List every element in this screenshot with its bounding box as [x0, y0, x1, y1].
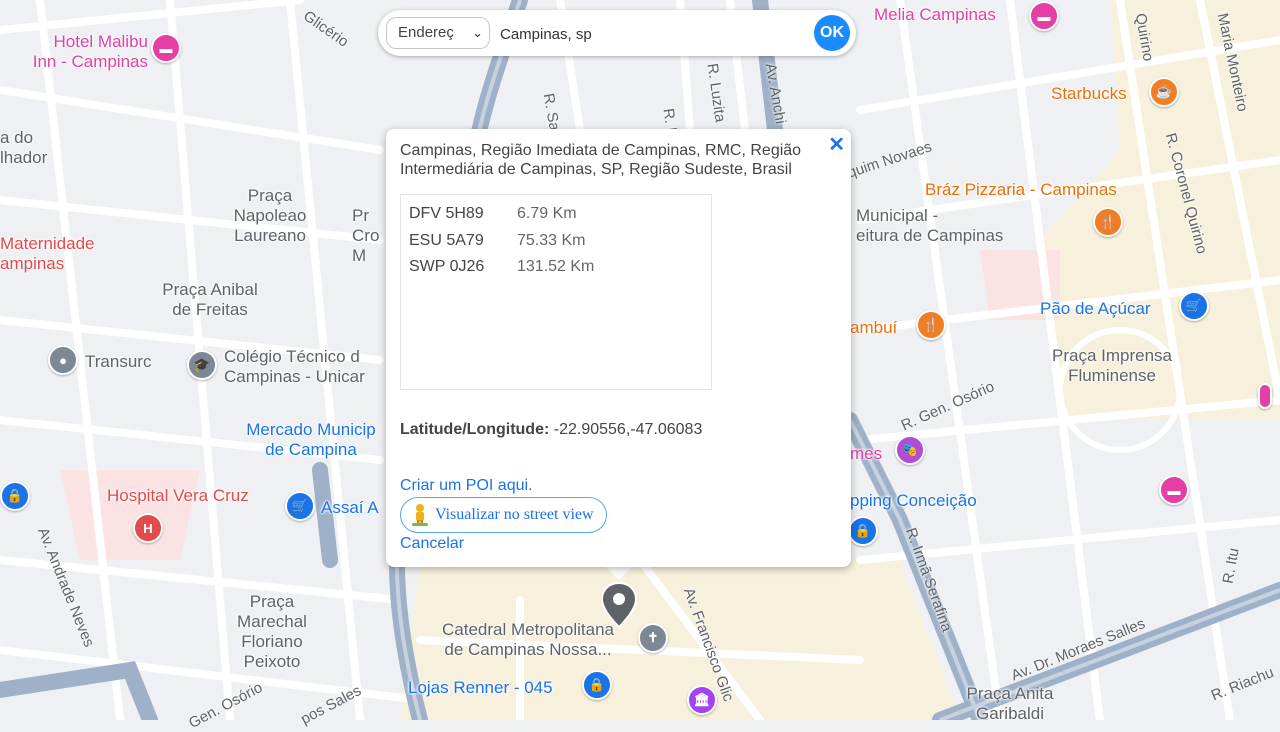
hospital-icon[interactable]: H	[133, 513, 163, 543]
place-assai[interactable]: Assaí A	[321, 498, 379, 518]
ok-button[interactable]: OK	[814, 15, 850, 51]
place-lojas-renner[interactable]: Lojas Renner - 045	[408, 678, 553, 698]
cafe-icon[interactable]: ☕	[1149, 77, 1179, 107]
place-hospital-vera-cruz[interactable]: Hospital Vera Cruz	[107, 486, 249, 506]
airport-distance: 75.33 Km	[517, 231, 586, 249]
lat-lon-value: -22.90556,-47.06083	[553, 421, 703, 438]
place-hotel-malibu[interactable]: Hotel Malibu Inn - Campinas	[8, 32, 148, 72]
place-shopping-conceicao[interactable]: pping Conceição	[850, 491, 977, 511]
street-view-button[interactable]: Visualizar no street view	[400, 497, 607, 533]
close-icon[interactable]: ✕	[828, 135, 845, 155]
school-icon[interactable]: 🎓	[187, 350, 217, 380]
place-starbucks[interactable]: Starbucks	[1051, 84, 1127, 104]
hotel-icon[interactable]: ▬	[1159, 475, 1189, 505]
place-transurc[interactable]: Transurc	[85, 352, 151, 372]
museum-icon[interactable]: 🏛	[687, 685, 717, 715]
airport-code: SWP 0J26	[409, 258, 485, 275]
cancel-link[interactable]: Cancelar	[400, 535, 837, 553]
place-maternidade[interactable]: Maternidade ampinas	[0, 234, 95, 274]
street-view-label: Visualizar no street view	[435, 506, 594, 523]
location-pin-icon[interactable]	[600, 581, 638, 629]
nearby-airports-list: DFV 5H89 6.79 Km ESU 5A79 75.33 Km SWP 0…	[400, 194, 712, 390]
place-braz-pizzaria[interactable]: Bráz Pizzaria - Campinas	[925, 180, 1117, 200]
shopping-bag-icon[interactable]: 🔒	[0, 481, 30, 511]
list-item: SWP 0J26 131.52 Km	[409, 254, 703, 281]
place-fragment-left[interactable]: a do lhador	[0, 128, 47, 168]
list-item: DFV 5H89 6.79 Km	[409, 201, 703, 228]
place-colegio-tecnico[interactable]: Colégio Técnico d Campinas - Unicar	[224, 347, 365, 387]
theater-icon[interactable]: 🎭	[895, 435, 925, 465]
place-prefeitura[interactable]: Municipal - eitura de Campinas	[856, 206, 1003, 246]
place-pao-de-acucar[interactable]: Pão de Açúcar	[1040, 299, 1151, 319]
address-text: Campinas, Região Imediata de Campinas, R…	[400, 142, 802, 178]
pegman-icon	[412, 504, 428, 526]
airport-distance: 131.52 Km	[517, 258, 595, 275]
search-input[interactable]	[498, 19, 802, 49]
place-praca-imprensa[interactable]: Praça Imprensa Fluminense	[1032, 346, 1192, 386]
lat-lon-label: Latitude/Longitude:	[400, 421, 550, 438]
place-fragment-pr[interactable]: Pr Cro M	[352, 206, 379, 266]
shopping-cart-icon[interactable]: 🛒	[285, 491, 315, 521]
shopping-cart-icon[interactable]: 🛒	[1179, 291, 1209, 321]
airport-code: ESU 5A79	[409, 231, 484, 249]
list-item: ESU 5A79 75.33 Km	[409, 228, 703, 255]
lat-lon-readout: Latitude/Longitude: -22.90556,-47.06083	[400, 421, 837, 439]
restaurant-icon[interactable]: 🍴	[916, 310, 946, 340]
place-praca-anibal[interactable]: Praça Anibal de Freitas	[140, 280, 280, 320]
place-praca-napoleao[interactable]: Praça Napoleao Laureano	[218, 186, 322, 246]
hotel-icon[interactable]: ▬	[151, 33, 181, 63]
place-praca-anita[interactable]: Praça Anita Garibaldi	[950, 684, 1070, 724]
hotel-icon-edge[interactable]	[1258, 383, 1272, 409]
airport-distance: 6.79 Km	[517, 205, 577, 222]
church-icon[interactable]: ✝	[638, 623, 668, 653]
hotel-icon[interactable]: ▬	[1029, 1, 1059, 31]
chevron-down-icon: ⌄	[472, 25, 483, 40]
place-praca-marechal[interactable]: Praça Marechal Floriano Peixoto	[222, 592, 322, 672]
place-melia[interactable]: Melia Campinas	[874, 5, 996, 25]
shopping-bag-icon[interactable]: 🔒	[848, 516, 878, 546]
search-type-label: Endereç	[398, 24, 454, 41]
search-bar: Endereç ⌄ OK	[378, 10, 856, 56]
create-poi-link[interactable]: Criar um POI aqui.	[400, 477, 837, 495]
airport-code: DFV 5H89	[409, 205, 484, 222]
popup-tail	[605, 566, 633, 580]
transit-icon[interactable]: ●	[48, 345, 78, 375]
place-cinemas[interactable]: mes	[850, 444, 882, 464]
restaurant-icon[interactable]: 🍴	[1093, 207, 1123, 237]
place-cambui[interactable]: ambuí	[850, 318, 897, 338]
location-info-popup: ✕ Campinas, Região Imediata de Campinas,…	[386, 129, 851, 567]
place-mercado-municipal[interactable]: Mercado Municip de Campina	[226, 420, 396, 460]
search-type-select[interactable]: Endereç ⌄	[386, 17, 490, 49]
shopping-bag-icon[interactable]: 🔒	[582, 670, 612, 700]
